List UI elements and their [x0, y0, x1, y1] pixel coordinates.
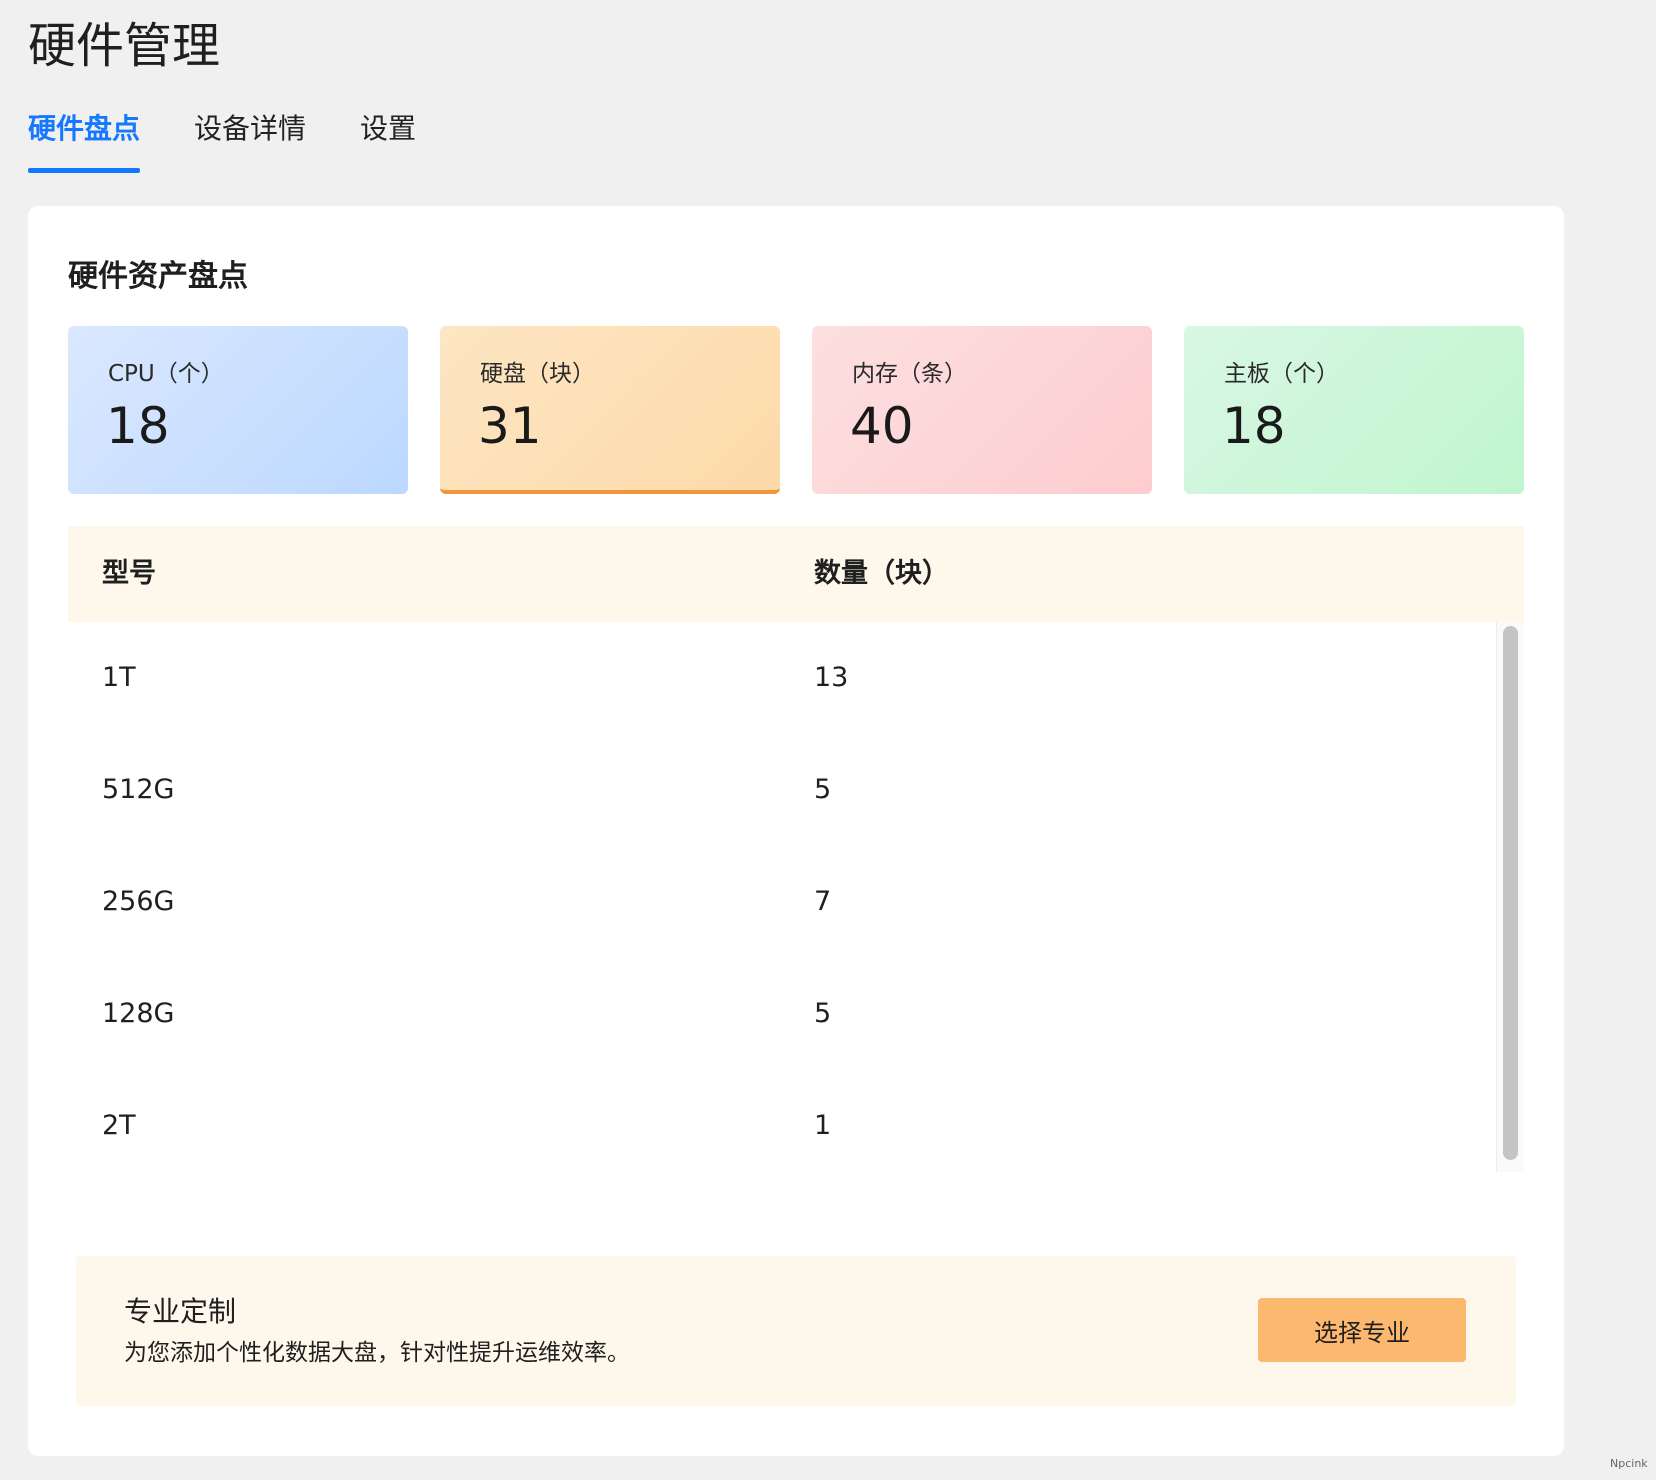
scrollbar-thumb[interactable] — [1503, 626, 1518, 1160]
stat-value: 18 — [1222, 397, 1286, 455]
tab-settings[interactable]: 设置 — [360, 106, 416, 152]
inventory-table: 型号 数量（块） 1T 13 512G 5 256G 7 128G 5 2T 1 — [68, 526, 1524, 1172]
table-body: 1T 13 512G 5 256G 7 128G 5 2T 1 — [68, 622, 1524, 1172]
stat-card-cpu[interactable]: CPU（个） 18 — [68, 326, 408, 494]
cell-quantity: 7 — [814, 886, 832, 917]
choose-professional-button[interactable]: 选择专业 — [1258, 1298, 1466, 1362]
cell-model: 256G — [102, 886, 175, 917]
stat-value: 40 — [850, 397, 914, 455]
inventory-panel: 硬件资产盘点 CPU（个） 18 硬盘（块） 31 内存（条） 40 主板（个）… — [28, 206, 1564, 1456]
banner-title: 专业定制 — [124, 1295, 237, 1328]
active-tab-indicator — [28, 168, 140, 173]
cell-quantity: 13 — [814, 662, 849, 693]
section-title: 硬件资产盘点 — [68, 259, 248, 294]
table-row[interactable]: 256G 7 — [68, 846, 1488, 958]
stat-label: 内存（条） — [852, 361, 967, 387]
cell-quantity: 1 — [814, 1110, 832, 1141]
stat-label: 主板（个） — [1224, 361, 1339, 387]
column-header-quantity: 数量（块） — [814, 558, 949, 589]
table-row[interactable]: 2T 1 — [68, 1070, 1488, 1182]
cell-quantity: 5 — [814, 774, 832, 805]
stat-value: 18 — [106, 397, 170, 455]
cell-quantity: 5 — [814, 998, 832, 1029]
table-row[interactable]: 128G 5 — [68, 958, 1488, 1070]
page-title: 硬件管理 — [28, 18, 221, 74]
cell-model: 128G — [102, 998, 175, 1029]
tab-hardware-inventory[interactable]: 硬件盘点 — [28, 106, 140, 152]
cell-model: 512G — [102, 774, 175, 805]
stat-card-memory[interactable]: 内存（条） 40 — [812, 326, 1152, 494]
cell-model: 1T — [102, 662, 136, 693]
table-row[interactable]: 1T 13 — [68, 622, 1488, 734]
stat-value: 31 — [478, 397, 542, 455]
table-header: 型号 数量（块） — [68, 526, 1524, 622]
table-row[interactable]: 512G 5 — [68, 734, 1488, 846]
banner-description: 为您添加个性化数据大盘，针对性提升运维效率。 — [124, 1340, 630, 1366]
stat-label: 硬盘（块） — [480, 361, 595, 387]
stat-card-motherboard[interactable]: 主板（个） 18 — [1184, 326, 1524, 494]
stat-label: CPU（个） — [108, 361, 224, 387]
watermark: Npcink — [1610, 1457, 1648, 1470]
stat-card-disk[interactable]: 硬盘（块） 31 — [440, 326, 780, 494]
cell-model: 2T — [102, 1110, 136, 1141]
column-header-model: 型号 — [102, 558, 156, 589]
tab-device-details[interactable]: 设备详情 — [194, 106, 306, 152]
table-scrollbar[interactable] — [1496, 622, 1524, 1172]
custom-service-banner: 专业定制 为您添加个性化数据大盘，针对性提升运维效率。 选择专业 — [76, 1256, 1516, 1406]
